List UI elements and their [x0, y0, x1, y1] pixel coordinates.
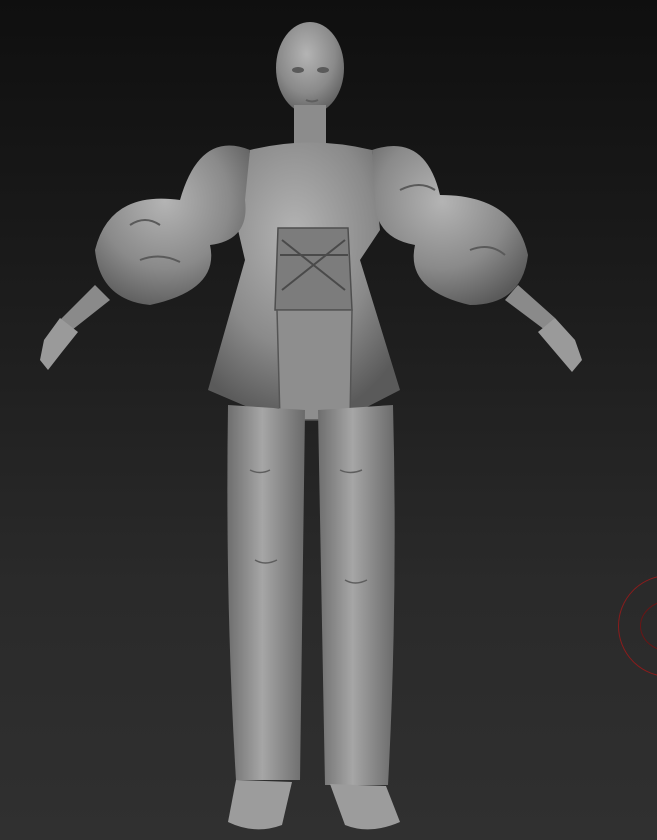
head-shape [276, 22, 344, 114]
right-puff-sleeve [372, 146, 528, 305]
sculpted-figure-icon [40, 22, 582, 830]
sculpt-viewport[interactable] [0, 0, 657, 840]
neck-shape [294, 105, 326, 145]
left-pant-leg [227, 405, 305, 780]
corset-shape [274, 227, 353, 311]
left-puff-sleeve [95, 145, 250, 305]
right-pant-leg [318, 405, 395, 785]
left-foot [228, 780, 292, 830]
right-foot [330, 784, 400, 830]
apron-shape [276, 309, 353, 421]
